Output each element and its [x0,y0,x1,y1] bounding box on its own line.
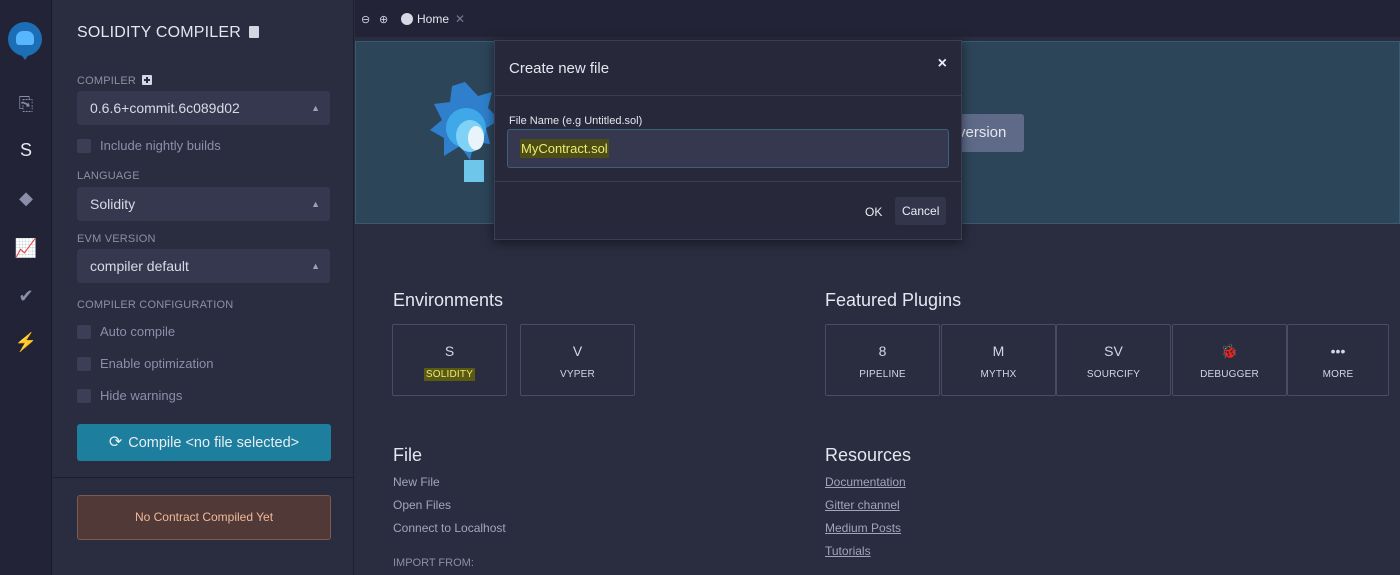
deploy-run-icon[interactable]: ◆ [0,188,52,209]
evm-version-label: EVM VERSION [77,233,156,245]
featured-plugins-title: Featured Plugins [825,290,962,310]
vyper-icon: V [572,343,583,359]
version-button[interactable]: version [952,114,1024,152]
plugin-card-more[interactable]: ••• MORE [1287,324,1389,396]
solidity-compiler-panel: SOLIDITY COMPILER COMPILER 0.6.6+commit.… [53,0,354,575]
sourcify-icon: SV [1104,343,1123,359]
env-card-label: VYPER [560,369,595,380]
evm-version-select[interactable]: compiler default ▲ [77,249,330,283]
verify-icon[interactable]: ✔ [0,286,52,307]
checkbox-label: Enable optimization [100,356,214,371]
analysis-icon[interactable]: 📈 [0,238,52,259]
panel-title: SOLIDITY COMPILER [77,24,260,42]
compile-button[interactable]: ⟳ Compile <no file selected> [77,424,331,461]
checkbox-box[interactable] [77,357,91,371]
mythx-icon: M [992,343,1005,359]
plugin-card-label: MYTHX [980,369,1017,380]
select-caret-icon: ▲ [311,199,320,209]
files-icon[interactable]: ⎘ [0,94,52,115]
plugin-card-label: PIPELINE [859,369,906,380]
checkbox-box[interactable] [77,139,91,153]
modal-close-icon[interactable]: × [938,55,947,73]
open-files-link[interactable]: Open Files [393,498,451,512]
tab-home-label: Home [417,12,450,26]
connect-localhost-link[interactable]: Connect to Localhost [393,521,506,535]
cancel-button[interactable]: Cancel [895,197,947,225]
tab-home[interactable]: Home ✕ [399,6,473,37]
plugin-card-pipeline[interactable]: 8 PIPELINE [825,324,940,396]
zoom-in-icon[interactable]: ⊕ [379,13,388,26]
auto-compile-checkbox[interactable]: Auto compile [77,324,175,339]
icon-rail: ⎘ S ◆ 📈 ✔ ⚡ [0,0,52,575]
enable-optimization-checkbox[interactable]: Enable optimization [77,356,213,371]
env-card-label: SOLIDITY [393,368,506,381]
new-file-link[interactable]: New File [393,475,440,489]
checkbox-box[interactable] [77,325,91,339]
modal-header: Create new file × [495,41,961,96]
file-section-title: File [393,445,423,465]
resources-title: Resources [825,445,912,465]
select-caret-icon: ▲ [311,261,320,271]
documentation-link[interactable]: Documentation [825,475,906,489]
plugin-card-sourcify[interactable]: SV SOURCIFY [1056,324,1171,396]
plugin-card-mythx[interactable]: M MYTHX [941,324,1056,396]
remix-mascot-icon [430,82,500,182]
select-caret-icon: ▲ [311,103,320,113]
language-value: Solidity [90,196,136,212]
import-from-label: IMPORT FROM: [393,557,474,569]
add-compiler-icon[interactable] [142,75,153,85]
tab-close-icon[interactable]: ✕ [455,12,465,26]
checkbox-box[interactable] [77,389,91,403]
checkbox-label: Hide warnings [100,388,183,403]
checkbox-label: Auto compile [100,324,176,339]
compiler-config-label: COMPILER CONFIGURATION [77,299,234,311]
divider [53,477,354,478]
home-icon [401,13,413,25]
remix-logo-icon[interactable] [8,22,42,56]
compiler-version-select[interactable]: 0.6.6+commit.6c089d02 ▲ [77,91,330,125]
evm-version-value: compiler default [90,258,189,274]
tab-bar: ⊖ ⊕ Home ✕ [355,0,1400,37]
file-name-input[interactable]: MyContract.sol [507,129,949,168]
gitter-channel-link[interactable]: Gitter channel [825,498,900,512]
solidity-icon: S [444,343,455,359]
compile-button-label: Compile <no file selected> [128,435,300,451]
hide-warnings-checkbox[interactable]: Hide warnings [77,388,182,403]
modal-footer-divider [495,181,961,182]
refresh-icon: ⟳ [108,434,123,451]
zoom-out-icon[interactable]: ⊖ [361,13,370,26]
no-contract-alert: No Contract Compiled Yet [77,495,331,540]
plugin-manager-icon[interactable]: ⚡ [0,332,52,353]
env-card-solidity[interactable]: S SOLIDITY [392,324,507,396]
medium-posts-link[interactable]: Medium Posts [825,521,901,535]
tutorials-link[interactable]: Tutorials [825,544,871,558]
plugin-card-debugger[interactable]: 🐞 DEBUGGER [1172,324,1287,396]
plugin-card-label: MORE [1322,369,1354,380]
plugin-card-label: SOURCIFY [1086,369,1141,380]
nightly-builds-checkbox[interactable]: Include nightly builds [77,138,221,153]
language-label: LANGUAGE [77,170,140,182]
solidity-compiler-icon[interactable]: S [0,140,52,161]
ok-button[interactable]: OK [859,199,888,225]
panel-title-text: SOLIDITY COMPILER [77,24,242,41]
debugger-bug-icon: 🐞 [1220,343,1239,359]
environments-title: Environments [393,290,504,310]
create-file-modal: Create new file × File Name (e.g Untitle… [494,40,962,240]
file-name-label: File Name (e.g Untitled.sol) [509,115,643,127]
checkbox-label: Include nightly builds [100,138,221,153]
more-icon: ••• [1330,343,1346,359]
plugin-card-label: DEBUGGER [1200,369,1259,380]
compiler-label-text: COMPILER [77,75,137,87]
language-select[interactable]: Solidity ▲ [77,187,330,221]
modal-title: Create new file [509,60,610,77]
env-label-solidity: SOLIDITY [423,368,476,381]
pipeline-icon: 8 [878,343,887,359]
env-card-vyper[interactable]: V VYPER [520,324,635,396]
docs-icon[interactable] [249,26,260,38]
file-name-value: MyContract.sol [520,139,609,158]
compiler-label: COMPILER [77,75,153,87]
compiler-version-value: 0.6.6+commit.6c089d02 [90,100,240,116]
